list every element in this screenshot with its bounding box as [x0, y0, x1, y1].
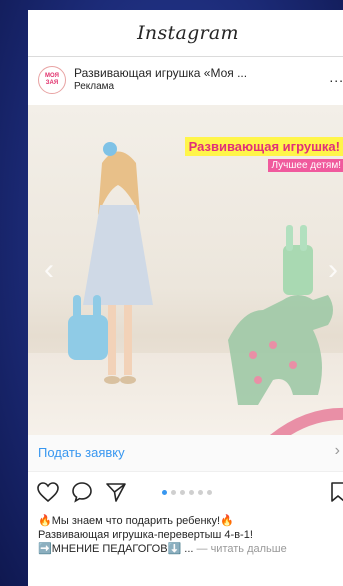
caption-line-1: 🔥Мы знаем что подарить ребенку!🔥: [38, 515, 234, 527]
caption-line-3: ➡️МНЕНИЕ ПЕДАГОГОВ⬇️ ... — читать дальше: [38, 542, 343, 556]
carousel-dot: [207, 490, 212, 495]
post-image[interactable]: Развивающая игрушка! Лучшее детям! ‹ ›: [28, 105, 343, 435]
carousel-prev-button[interactable]: ‹: [44, 250, 58, 290]
avatar-text-bottom: ЗАЯ: [45, 80, 59, 86]
carousel-dot: [189, 490, 194, 495]
action-bar: [28, 472, 343, 512]
carousel-dot: [162, 490, 167, 495]
avatar-text-top: МОЯ: [45, 73, 59, 79]
caption-line-3-text: ➡️МНЕНИЕ ПЕДАГОГОВ⬇️ ...: [38, 543, 194, 555]
cta-bar[interactable]: Подать заявку ›: [28, 435, 343, 472]
heart-icon[interactable]: [36, 480, 60, 504]
instagram-post-card: Instagram МОЯ ЗАЯ Развивающая игрушка «М…: [28, 10, 343, 586]
banner-subtitle: Лучшее детям!: [268, 159, 343, 172]
carousel-dot: [180, 490, 185, 495]
share-icon[interactable]: [104, 480, 128, 504]
caption-line-2: Развивающая игрушка-перевертыш 4-в-1!: [38, 529, 253, 541]
bookmark-icon[interactable]: [326, 480, 343, 504]
read-more-link[interactable]: — читать дальше: [193, 543, 287, 555]
carousel-next-button[interactable]: ›: [328, 250, 342, 290]
carousel-indicator: [162, 490, 212, 495]
sponsored-label: Реклама: [74, 81, 115, 92]
account-name[interactable]: Развивающая игрушка «Моя ...: [74, 66, 247, 80]
comment-icon[interactable]: [70, 480, 94, 504]
avatar[interactable]: МОЯ ЗАЯ: [38, 66, 66, 94]
instagram-logo[interactable]: Instagram: [137, 22, 239, 44]
post-caption: 🔥Мы знаем что подарить ребенку!🔥 Развива…: [38, 514, 343, 556]
banner-title: Развивающая игрушка!: [184, 137, 343, 156]
more-options-button[interactable]: ...: [329, 69, 343, 85]
app-header: Instagram: [28, 10, 343, 57]
carousel-dot: [198, 490, 203, 495]
cta-label[interactable]: Подать заявку: [38, 445, 125, 460]
carousel-dot: [171, 490, 176, 495]
post-header: МОЯ ЗАЯ Развивающая игрушка «Моя ... Рек…: [28, 57, 343, 105]
chevron-right-icon: ›: [334, 442, 340, 459]
